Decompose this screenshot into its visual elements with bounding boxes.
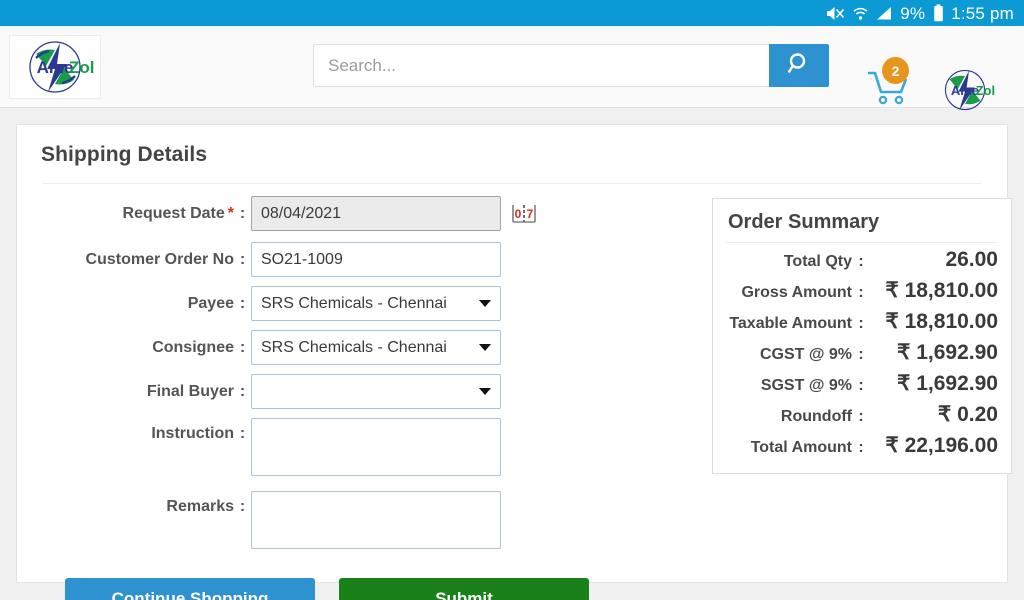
consignee-label: Consignee [152,339,234,356]
submit-button[interactable]: Submit [339,578,589,600]
summary-row-cgst: CGST @ 9% : ₹ 1,692.90 [726,337,998,368]
request-date-input[interactable] [251,196,501,231]
final-buyer-label: Final Buyer [146,383,234,400]
summary-row-sgst: SGST @ 9% : ₹ 1,692.90 [726,368,998,399]
summary-label: Total Qty [783,253,852,270]
customer-order-no-input[interactable] [251,242,501,277]
clock-label: 1:55 pm [951,3,1014,23]
summary-row-roundoff: Roundoff : ₹ 0.20 [726,399,998,430]
field-row-request-date: Request Date* : 0 7 [39,196,709,233]
instruction-textarea[interactable] [251,418,501,476]
summary-colon: : [858,253,864,270]
payee-colon: : [239,295,246,312]
field-row-remarks: Remarks : [39,491,709,549]
shipping-details-card: Shipping Details Request Date * : 08/04/… [16,124,1012,600]
summary-label: CGST @ 9% [759,346,852,363]
page-title: Shipping Details [41,143,208,166]
svg-text:7: 7 [527,207,534,221]
summary-value: 26.00 [945,248,998,271]
final-buyer-select[interactable] [251,374,501,409]
consignee-colon: : [239,339,246,356]
order-summary-title: Order Summary [726,211,998,243]
instruction-label: Instruction [151,425,234,442]
request-date-label: Request Date * [39,196,234,223]
field-row-customer-order-no: Customer Order No : [39,242,709,277]
payee-label: Payee [187,295,234,312]
summary-label: SGST @ 9% [760,377,852,394]
profile-brand-logo[interactable]: Ame Zol [930,66,1000,114]
app-header: Ame Zol 2 [0,26,1024,111]
amezol-logo-icon: Ame Zol [29,40,95,93]
signal-icon [876,6,893,21]
payee-select[interactable] [251,286,501,321]
instruction-colon: : [239,425,246,442]
summary-colon: : [858,346,864,363]
order-summary-panel: Order Summary Total Qty : 26.00 Gross Am… [712,198,1012,474]
summary-row-total-amount: Total Amount : ₹ 22,196.00 [726,430,998,461]
summary-colon: : [858,377,864,394]
search-input[interactable] [313,44,769,87]
field-row-final-buyer: Final Buyer : [39,374,709,409]
summary-value: ₹ 1,692.90 [897,341,998,364]
page-body: Shipping Details Request Date * : 08/04/… [0,108,1024,600]
summary-row-total-qty: Total Qty : 26.00 [726,245,998,275]
search-bar [313,44,829,87]
field-row-instruction: Instruction : [39,418,709,476]
shipping-form: Request Date* : 0 7 [39,184,709,564]
summary-row-gross-amount: Gross Amount : ₹ 18,810.00 [726,275,998,306]
search-icon [787,51,812,81]
request-date-colon: : [239,205,246,222]
amezol-logo-small-icon: Ame Zol [944,69,996,111]
form-actions: Continue Shopping Submit [39,578,985,600]
summary-colon: : [858,284,864,301]
android-status-bar: 9% 1:55 pm [0,0,1024,26]
svg-text:Zol: Zol [69,58,95,77]
battery-icon [933,4,944,22]
field-row-payee: Payee : [39,286,709,321]
svg-text:Ame: Ame [37,58,74,77]
summary-value: ₹ 1,692.90 [897,372,998,395]
remarks-textarea[interactable] [251,491,501,549]
summary-value: ₹ 18,810.00 [885,310,998,333]
final-buyer-colon: : [239,383,246,400]
summary-label: Roundoff [780,408,852,425]
summary-colon: : [858,315,864,332]
cart-button[interactable]: 2 [866,57,912,108]
summary-colon: : [858,408,864,425]
field-row-consignee: Consignee : [39,330,709,365]
calendar-picker-icon[interactable]: 0 7 [510,202,538,233]
remarks-label: Remarks [166,498,234,515]
summary-label: Total Amount [750,439,852,456]
summary-row-taxable-amount: Taxable Amount : ₹ 18,810.00 [726,306,998,337]
summary-value: ₹ 18,810.00 [885,279,998,302]
brand-logo[interactable]: Ame Zol [9,34,101,99]
summary-colon: : [858,439,864,456]
request-date-label-text: Request Date [122,205,225,222]
summary-label: Taxable Amount [729,315,852,332]
customer-order-no-label: Customer Order No [85,251,234,268]
order-summary-column: Order Summary Total Qty : 26.00 Gross Am… [709,184,1012,564]
summary-value: ₹ 0.20 [937,403,998,426]
mute-icon [825,5,845,22]
customer-order-no-colon: : [239,251,246,268]
battery-percent-label: 9% [900,3,926,23]
summary-label: Gross Amount [741,284,852,301]
wifi-icon [852,5,869,22]
search-button[interactable] [769,44,829,87]
svg-text:Zol: Zol [976,83,996,98]
summary-value: ₹ 22,196.00 [885,434,998,457]
continue-shopping-button[interactable]: Continue Shopping [65,578,315,600]
shopping-cart-icon [866,71,912,112]
consignee-select[interactable] [251,330,501,365]
remarks-colon: : [239,498,246,515]
cart-badge: 2 [882,57,909,84]
svg-text:0: 0 [515,207,522,221]
